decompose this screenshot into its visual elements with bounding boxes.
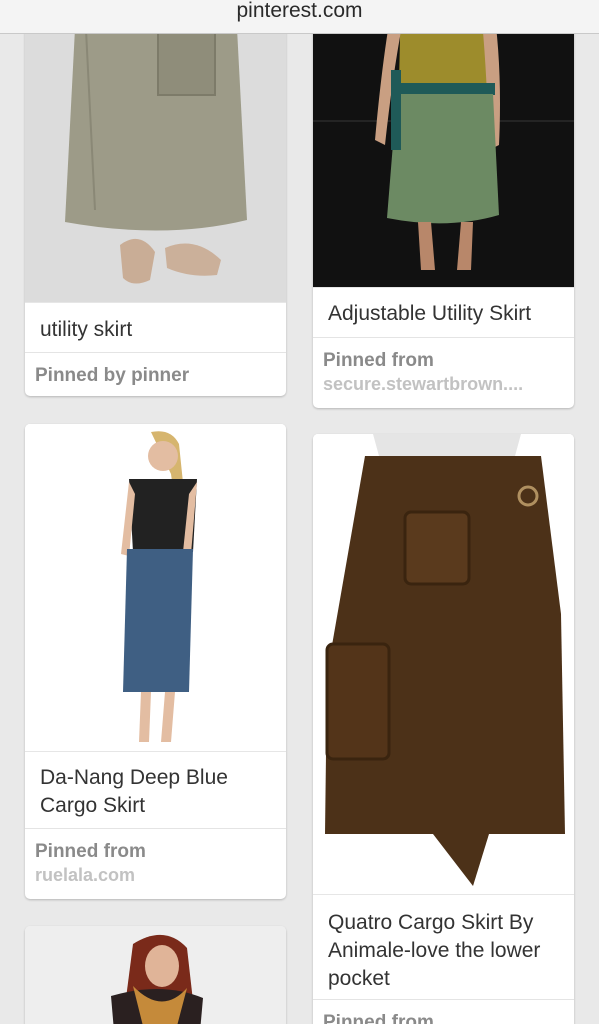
pinned-label: Pinned by pinner [35, 365, 190, 386]
khaki-maxi-skirt-photo [25, 0, 286, 302]
pin-source[interactable]: ruelala.com [35, 864, 276, 886]
pin-source[interactable]: secure.stewartbrown.... [323, 373, 564, 395]
pinned-label: Pinned from [323, 350, 434, 371]
pin-meta: Pinned by pinner [25, 352, 286, 396]
pin-title: utility skirt [25, 302, 286, 352]
green-utility-skirt-photo [313, 0, 574, 287]
pin-card-woman-scarf[interactable] [25, 926, 286, 1024]
pinterest-page: pinterest.com utility skirt Pinned by pi… [0, 0, 599, 1024]
pin-image[interactable] [313, 0, 574, 287]
pinned-label: Pinned from [323, 1012, 434, 1024]
pin-title: Da-Nang Deep Blue Cargo Skirt [25, 751, 286, 828]
browser-url-bar[interactable]: pinterest.com [0, 0, 599, 34]
pin-image[interactable] [313, 434, 574, 894]
pin-card-da-nang-cargo-skirt[interactable]: Da-Nang Deep Blue Cargo Skirt Pinned fro… [25, 424, 286, 899]
blue-cargo-skirt-photo [25, 424, 286, 751]
url-text: pinterest.com [236, 0, 363, 22]
pin-meta: Pinned from [313, 999, 574, 1024]
pin-image[interactable] [25, 926, 286, 1024]
brown-cargo-skirt-photo [313, 434, 574, 894]
pin-card-adjustable-utility-skirt[interactable]: Adjustable Utility Skirt Pinned from sec… [313, 0, 574, 408]
woman-scarf-photo [25, 926, 286, 1024]
pin-title: Adjustable Utility Skirt [313, 287, 574, 337]
pin-meta: Pinned from secure.stewartbrown.... [313, 337, 574, 408]
pin-title: Quatro Cargo Skirt By Animale-love the l… [313, 894, 574, 999]
pin-image[interactable] [25, 0, 286, 302]
pin-image[interactable] [25, 424, 286, 751]
pin-card-quatro-cargo-skirt[interactable]: Quatro Cargo Skirt By Animale-love the l… [313, 434, 574, 1024]
pin-card-utility-skirt[interactable]: utility skirt Pinned by pinner [25, 0, 286, 396]
pinned-label: Pinned from [35, 841, 146, 862]
pin-meta: Pinned from ruelala.com [25, 828, 286, 899]
